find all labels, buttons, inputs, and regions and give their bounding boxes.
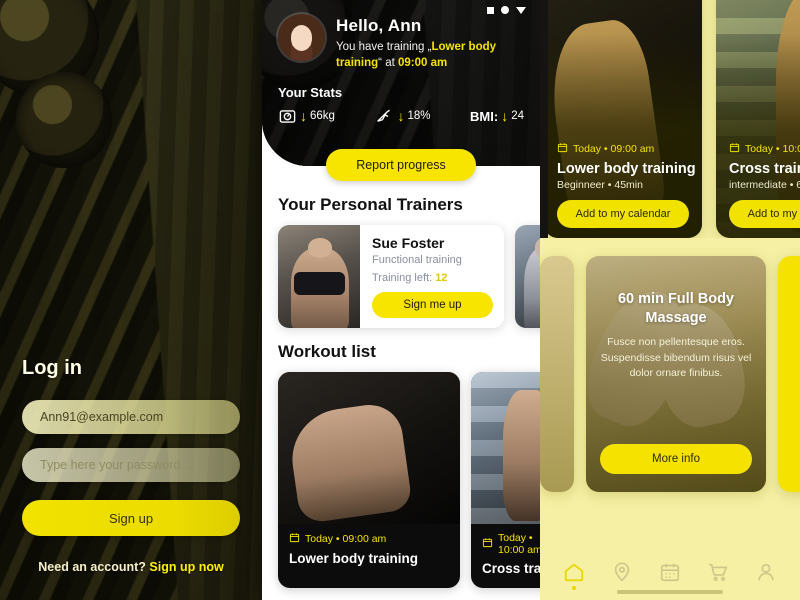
trainer-photo	[515, 225, 540, 328]
stat-weight: ↓ 66kg	[278, 107, 335, 126]
promo-description: Fusce non pellentesque eros. Suspendisse…	[600, 336, 752, 379]
greeting-title: Hello, Ann	[336, 16, 422, 35]
promo-title: 60 min Full Body Massage	[617, 291, 734, 327]
workout-screen: Today • 09:00 am Lower body training Beg…	[540, 0, 800, 600]
avatar	[278, 14, 325, 61]
workout-meta: Today • 09:00 am	[557, 142, 689, 156]
login-title: Log in	[22, 357, 82, 379]
nav-cart[interactable]	[700, 555, 736, 589]
email-field[interactable]	[22, 400, 240, 434]
nav-location[interactable]	[604, 555, 640, 589]
report-progress-button[interactable]: Report progress	[326, 149, 476, 181]
promo-carousel[interactable]: 60 min Full Body Massage Fusce non pelle…	[540, 238, 800, 562]
trainers-section-title: Your Personal Trainers	[278, 195, 463, 214]
trend-down-icon: ↓	[397, 108, 405, 125]
screen-divider	[540, 0, 548, 238]
workout-card[interactable]: Today • 09:00 am Lower body training	[278, 372, 460, 588]
workout-name: Cross training	[729, 161, 800, 177]
login-footer: Need an account? Sign up now	[22, 560, 240, 574]
trainer-photo	[278, 225, 360, 328]
trainers-carousel[interactable]: Sue Foster Functional training Training …	[262, 225, 540, 328]
shopping-cart-icon	[707, 561, 729, 583]
dashboard-screen: Hello, Ann You have training „Lower body…	[262, 0, 540, 600]
active-indicator-dot	[572, 586, 576, 590]
workout-meta: Today • 10:00 am	[729, 142, 800, 156]
workout-card[interactable]: Today • 09:00 am Lower body training Beg…	[544, 0, 702, 238]
nav-profile[interactable]	[748, 555, 784, 589]
location-pin-icon	[611, 561, 633, 583]
promo-card[interactable]: 60 min Full Body Massage Fusce non pelle…	[586, 256, 766, 492]
home-icon	[563, 561, 585, 583]
stat-bodyfat: ↓ 18%	[374, 107, 431, 126]
workout-card[interactable]: Today • 10:00 am Cross training intermed…	[716, 0, 800, 238]
profile-icon	[755, 561, 777, 583]
subline-mid: “ at	[378, 57, 398, 70]
workout-meta-text: Today • 09:00 am	[305, 533, 387, 545]
workout-name: Lower body training	[289, 551, 419, 566]
trainer-name: Sue Foster	[372, 235, 445, 251]
subline-prefix: You have training „	[336, 41, 432, 53]
workout-name: Lower body training	[557, 161, 696, 177]
signup-now-link[interactable]: Sign up now	[149, 560, 223, 574]
body-caliper-icon	[374, 107, 394, 126]
login-footer-prompt: Need an account?	[38, 560, 150, 574]
dashboard-hero: Hello, Ann You have training „Lower body…	[262, 0, 540, 166]
workout-card-next[interactable]: Today • 10:00 am Cross training	[471, 372, 540, 588]
stat-bmi: BMI: ↓ 24	[470, 109, 524, 124]
trend-down-icon: ↓	[300, 108, 307, 125]
training-time: 09:00 am	[397, 57, 448, 70]
workout-subtitle: intermediate • 60min	[729, 179, 800, 191]
workout-photo	[278, 372, 460, 524]
stat-bodyfat-value: 18%	[407, 110, 431, 123]
workout-meta-text: Today • 10:00 am	[498, 532, 540, 556]
nav-home[interactable]	[556, 555, 592, 590]
stat-bmi-label: BMI:	[470, 108, 499, 124]
workout-meta: Today • 10:00 am	[471, 524, 540, 556]
add-to-calendar-button[interactable]: Add to my calendar	[557, 200, 689, 228]
add-to-calendar-button[interactable]: Add to my calendar	[729, 200, 800, 228]
workout-meta-text: Today • 10:00 am	[745, 143, 800, 155]
greeting-subline: You have training „Lower body training“ …	[336, 39, 524, 72]
sessions-left-count: 12	[435, 272, 448, 284]
calendar-icon	[557, 142, 568, 156]
weight-scale-icon	[278, 107, 297, 126]
calendar-icon	[729, 142, 740, 156]
nav-calendar[interactable]	[652, 555, 688, 589]
calendar-icon	[482, 537, 493, 551]
calendar-icon	[659, 561, 681, 583]
signup-submit-button[interactable]: Sign up	[22, 500, 240, 536]
workouts-section-title: Workout list	[278, 342, 376, 361]
stat-bmi-value: 24	[511, 110, 524, 123]
promo-card-prev[interactable]	[540, 256, 574, 492]
workout-meta-text: Today • 09:00 am	[573, 143, 655, 155]
workout-photo	[471, 372, 540, 524]
workouts-carousel[interactable]: Today • 09:00 am Lower body training Tod…	[262, 372, 540, 588]
workout-name: Cross training	[482, 561, 540, 576]
promo-card-next[interactable]	[778, 256, 800, 492]
stats-row: ↓ 66kg ↓ 18% BMI: ↓ 24	[278, 107, 524, 126]
circle-icon	[501, 6, 509, 14]
stats-title: Your Stats	[278, 84, 343, 100]
home-indicator	[617, 590, 723, 594]
trainer-card-next[interactable]	[515, 225, 540, 328]
workout-meta: Today • 09:00 am	[278, 524, 460, 546]
status-bar	[487, 6, 526, 14]
password-field[interactable]	[22, 448, 240, 482]
login-screen: Log in Sign up Need an account? Sign up …	[0, 0, 262, 600]
trainer-specialty: Functional training	[372, 254, 462, 266]
workout-subtitle: Beginneer • 45min	[557, 179, 643, 191]
sign-me-up-button[interactable]: Sign me up	[372, 292, 493, 318]
sessions-left-label: Training left:	[372, 272, 436, 284]
square-icon	[487, 6, 494, 14]
triangle-down-icon	[516, 6, 526, 14]
trainer-sessions-left: Training left: 12	[372, 272, 493, 284]
bottom-navigation	[540, 544, 800, 600]
trainer-card[interactable]: Sue Foster Functional training Training …	[278, 225, 504, 328]
workout-cards-row: Today • 09:00 am Lower body training Beg…	[540, 0, 800, 238]
stat-weight-value: 66kg	[310, 110, 335, 123]
calendar-icon	[289, 532, 300, 546]
trend-down-icon: ↓	[501, 108, 509, 125]
